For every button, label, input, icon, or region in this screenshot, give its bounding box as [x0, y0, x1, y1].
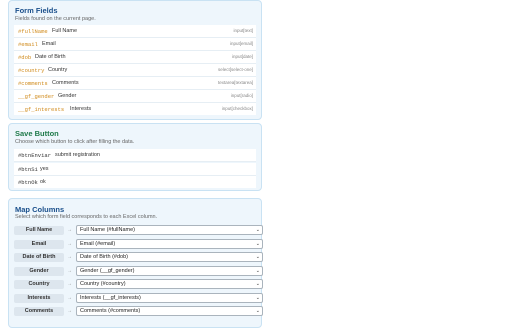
field-select[interactable]: Full Name (#fullName) ⌄ — [76, 225, 263, 235]
chevron-down-icon: ⌄ — [255, 254, 260, 260]
map-columns-panel: Map Columns Select which form field corr… — [8, 198, 263, 328]
form-fields-panel: Form Fields Fields found on the current … — [8, 0, 262, 120]
form-field-row[interactable]: #dob Date of Birth input[date] — [14, 51, 256, 64]
arrow-icon: → — [67, 267, 72, 274]
field-type: input[text] — [233, 28, 253, 33]
chevron-down-icon: ⌄ — [255, 267, 260, 274]
field-select-value: Email (#email) — [80, 240, 116, 247]
map-columns-title: Map Columns — [15, 205, 65, 214]
button-id: #btnEnviar — [18, 152, 52, 159]
chevron-down-icon: ⌄ — [255, 227, 260, 233]
mapping-row: Gender → Gender (__gf_gender) ⌄ — [14, 265, 263, 280]
field-label: Full Name — [52, 28, 78, 34]
form-field-row[interactable]: #fullName Full Name input[text] — [14, 25, 256, 38]
field-id: __gf_gender — [18, 93, 55, 100]
mapping-row: Comments → Comments (#comments) ⌄ — [14, 306, 263, 320]
save-button-subtitle: Choose which button to click after filli… — [15, 139, 135, 145]
arrow-icon: → — [67, 254, 72, 260]
arrow-icon: → — [67, 240, 72, 247]
field-id: #dob — [18, 54, 32, 61]
field-id: #comments — [18, 80, 48, 87]
field-select-value: Comments (#comments) — [80, 308, 141, 314]
field-type: input[radio] — [230, 93, 253, 98]
form-fields-title: Form Fields — [15, 6, 58, 15]
field-select[interactable]: Interests (__gf_interests) ⌄ — [76, 292, 263, 303]
excel-column-label: Country — [14, 280, 64, 289]
excel-column-label: Gender — [14, 266, 64, 276]
form-field-row[interactable]: #comments Comments textarea[textarea] — [14, 77, 256, 90]
button-option-row[interactable]: #btnEnviar submit registration — [14, 149, 256, 162]
map-columns-list: Full Name → Full Name (#fullName) ⌄ Email… — [14, 225, 263, 320]
field-type: select[select-one] — [217, 67, 253, 72]
field-id: #fullName — [18, 28, 48, 35]
field-id: #country — [18, 67, 45, 74]
field-select-value: Country (#country) — [80, 281, 126, 287]
field-select-value: Full Name (#fullName) — [80, 227, 136, 233]
arrow-icon: → — [67, 227, 72, 233]
field-label: Email — [42, 41, 56, 47]
field-select[interactable]: Country (#country) ⌄ — [76, 279, 263, 289]
field-select[interactable]: Date of Birth (#dob) ⌄ — [76, 252, 263, 262]
arrow-icon: → — [67, 281, 72, 287]
field-select-value: Interests (__gf_interests) — [80, 294, 141, 301]
chevron-down-icon: ⌄ — [255, 240, 260, 247]
field-type: input[date] — [231, 54, 253, 59]
button-option-row[interactable]: #btnOk ok — [14, 176, 256, 189]
arrow-icon: → — [67, 308, 72, 314]
field-label: Comments — [52, 80, 79, 86]
button-label: ok — [40, 179, 46, 186]
mapping-row: Date of Birth → Date of Birth (#dob) ⌄ — [14, 252, 263, 266]
chevron-down-icon: ⌄ — [255, 294, 260, 301]
excel-column-label: Date of Birth — [14, 253, 64, 262]
excel-column-label: Email — [14, 239, 64, 249]
button-id: #btnSi — [18, 165, 38, 173]
mapping-row: Email → Email (#email) ⌄ — [14, 238, 263, 253]
save-button-title: Save Button — [15, 129, 59, 138]
mapping-row: Full Name → Full Name (#fullName) ⌄ — [14, 225, 263, 239]
field-type: input[email] — [229, 41, 253, 46]
field-id: __gf_interests — [18, 106, 65, 113]
save-button-list: #btnEnviar submit registration #btnSi ye… — [14, 149, 256, 189]
button-option-row[interactable]: #btnSi yes — [14, 162, 256, 176]
field-id: #email — [18, 41, 38, 48]
form-fields-list: #fullName Full Name input[text] #email E… — [14, 25, 256, 115]
form-field-row[interactable]: __gf_gender Gender input[radio] — [14, 90, 256, 103]
mapping-row: Country → Country (#country) ⌄ — [14, 279, 263, 293]
field-label: Date of Birth — [35, 54, 66, 60]
form-fields-subtitle: Fields found on the current page. — [15, 16, 96, 22]
field-select[interactable]: Email (#email) ⌄ — [76, 238, 263, 249]
button-id: #btnOk — [18, 179, 38, 187]
field-select-value: Gender (__gf_gender) — [80, 267, 135, 274]
chevron-down-icon: ⌄ — [255, 308, 260, 314]
button-label: yes — [40, 165, 49, 172]
arrow-icon: → — [67, 294, 72, 301]
chevron-down-icon: ⌄ — [255, 281, 260, 287]
form-field-row[interactable]: __gf_interests Interests input[checkbox] — [14, 103, 256, 115]
form-field-row[interactable]: #country Country select[select-one] — [14, 64, 256, 77]
mapping-row: Interests → Interests (__gf_interests) ⌄ — [14, 292, 263, 307]
form-field-row[interactable]: #email Email input[email] — [14, 38, 256, 51]
field-label: Interests — [70, 106, 92, 112]
map-columns-subtitle: Select which form field corresponds to e… — [15, 214, 158, 220]
field-label: Gender — [58, 93, 77, 99]
field-label: Country — [48, 67, 68, 73]
field-select-value: Date of Birth (#dob) — [80, 254, 128, 260]
excel-column-label: Comments — [14, 307, 64, 316]
field-select[interactable]: Gender (__gf_gender) ⌄ — [76, 265, 263, 276]
button-label: submit registration — [55, 152, 100, 158]
field-type: textarea[textarea] — [217, 80, 253, 85]
excel-column-label: Full Name — [14, 226, 64, 235]
field-type: input[checkbox] — [221, 106, 253, 111]
field-select[interactable]: Comments (#comments) ⌄ — [76, 306, 263, 316]
excel-column-label: Interests — [14, 293, 64, 303]
save-button-panel: Save Button Choose which button to click… — [8, 123, 262, 191]
